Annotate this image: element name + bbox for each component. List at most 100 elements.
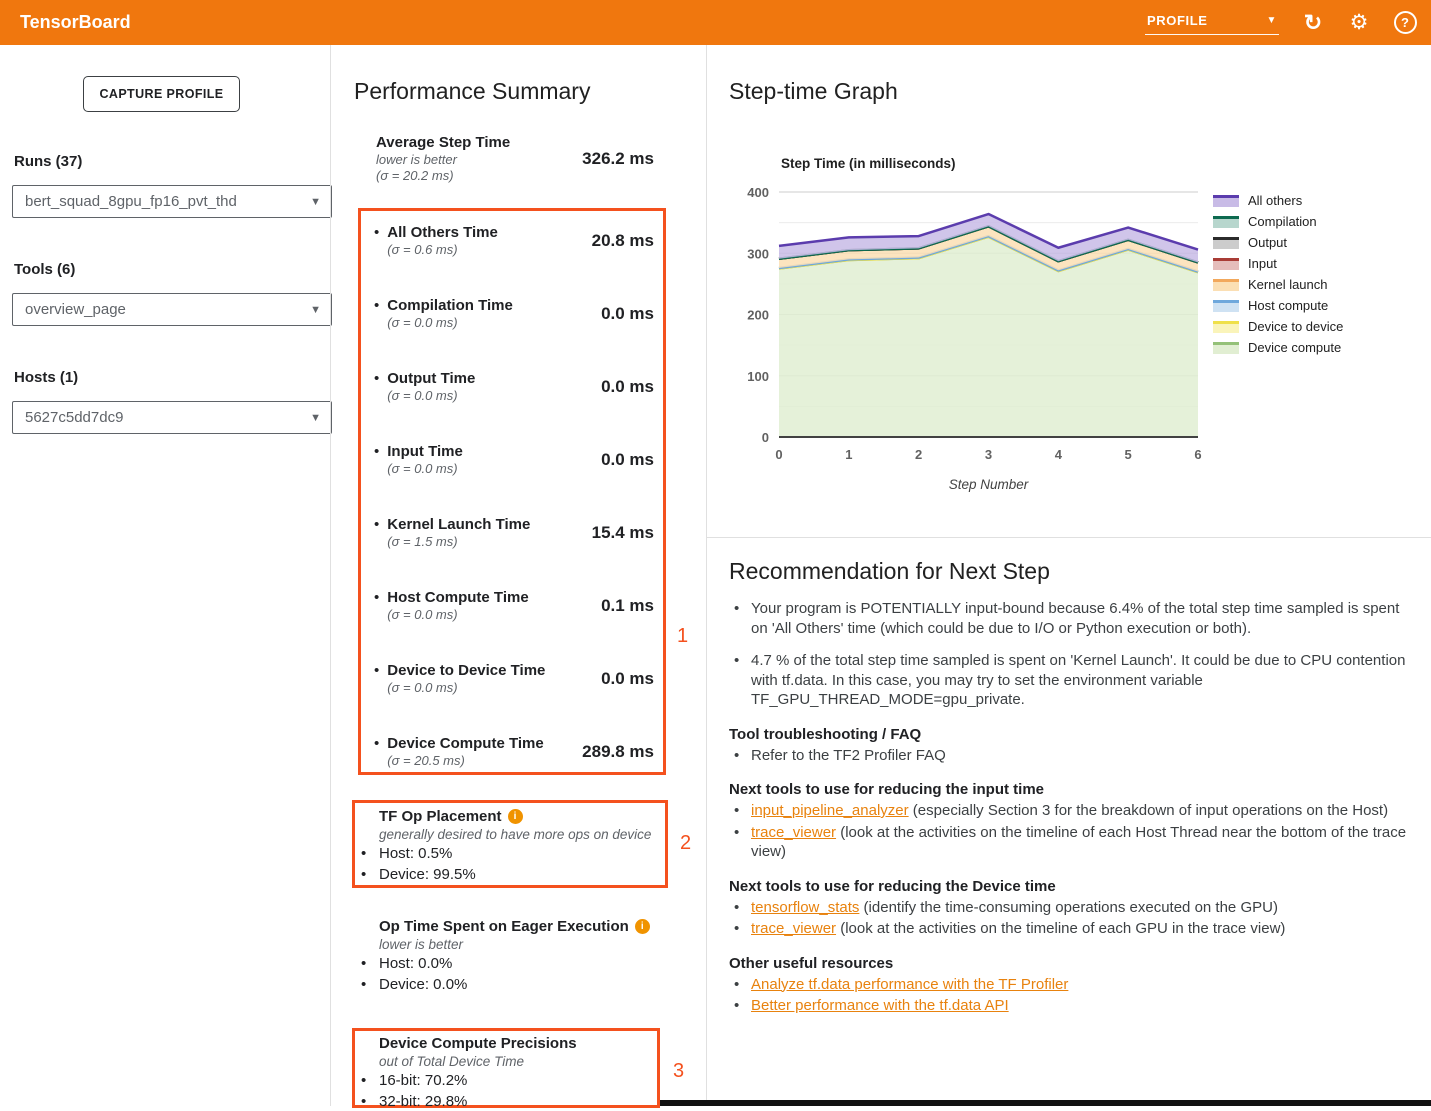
- svg-text:4: 4: [1055, 447, 1063, 462]
- legend-swatch-compilation: [1213, 216, 1239, 228]
- legend-swatch-all-others: [1213, 195, 1239, 207]
- metric-value: 0.0 ms: [601, 304, 654, 324]
- chevron-down-icon: ▼: [1267, 15, 1278, 26]
- legend-swatch-device-compute: [1213, 342, 1239, 354]
- precision-16bit: 16-bit: 70.2%: [361, 1072, 672, 1090]
- input-pipeline-analyzer-link[interactable]: input_pipeline_analyzer: [751, 802, 909, 819]
- bottom-scroll-edge: [660, 1100, 1431, 1106]
- help-button[interactable]: ?: [1393, 11, 1417, 35]
- runs-dropdown[interactable]: bert_squad_8gpu_fp16_pvt_thd ▼: [12, 185, 332, 218]
- legend-item: Compilation: [1213, 211, 1343, 232]
- dashboard-select[interactable]: PROFILE ▼: [1145, 11, 1279, 35]
- section-heading: Tool troubleshooting / FAQ: [729, 726, 1415, 743]
- legend-item: Input: [1213, 253, 1343, 274]
- performance-summary-panel: Performance Summary Average Step Time lo…: [330, 45, 707, 1106]
- metric-label: Average Step Time: [376, 134, 510, 152]
- hosts-dropdown[interactable]: 5627c5dd7dc9 ▼: [12, 401, 332, 434]
- metric-label: Device Compute Time: [387, 735, 543, 753]
- legend-item: Device compute: [1213, 337, 1343, 358]
- app-title: TensorBoard: [20, 12, 131, 33]
- tf-op-placement-note: generally desired to have more ops on de…: [379, 827, 672, 842]
- legend-label: Output: [1248, 235, 1287, 250]
- metric-label: Kernel Launch Time: [387, 516, 530, 534]
- chart-legend: All others Compilation Output Input Kern…: [1213, 190, 1343, 358]
- bullet-icon: •: [374, 224, 379, 258]
- metric-sigma: (σ = 0.0 ms): [387, 388, 475, 404]
- legend-label: Input: [1248, 256, 1277, 271]
- recommendation-section: Recommendation for Next Step Your progra…: [707, 537, 1431, 1018]
- section-heading: Other useful resources: [729, 955, 1415, 972]
- precisions-block: Device Compute Precisions out of Total D…: [352, 1035, 672, 1111]
- list-item-text: (look at the activities on the timeline …: [751, 824, 1406, 861]
- tf-op-placement-block: TF Op Placement i generally desired to h…: [352, 808, 672, 884]
- metric-row: • Output Time (σ = 0.0 ms) 0.0 ms: [374, 370, 654, 404]
- better-performance-link[interactable]: Better performance with the tf.data API: [751, 997, 1009, 1014]
- sidebar: CAPTURE PROFILE Runs (37) bert_squad_8gp…: [0, 45, 330, 1106]
- capture-profile-button[interactable]: CAPTURE PROFILE: [83, 76, 240, 112]
- metric-sigma: (σ = 0.0 ms): [387, 461, 463, 477]
- metric-sigma: (σ = 20.5 ms): [387, 753, 543, 769]
- metric-value: 20.8 ms: [592, 231, 654, 251]
- bullet-icon: •: [374, 297, 379, 331]
- svg-text:100: 100: [747, 369, 769, 384]
- legend-item: Host compute: [1213, 295, 1343, 316]
- refresh-button[interactable]: ↻: [1301, 11, 1325, 35]
- metric-row: • Device to Device Time (σ = 0.0 ms) 0.0…: [374, 662, 654, 696]
- chevron-down-icon: ▼: [310, 304, 321, 316]
- metric-value: 326.2 ms: [582, 149, 654, 169]
- performance-summary-title: Performance Summary: [354, 78, 590, 105]
- svg-text:200: 200: [747, 308, 769, 323]
- bullet-icon: •: [374, 370, 379, 404]
- legend-label: All others: [1248, 193, 1302, 208]
- metric-value: 0.1 ms: [601, 596, 654, 616]
- metric-value: 289.8 ms: [582, 742, 654, 762]
- info-icon[interactable]: i: [508, 809, 523, 824]
- svg-text:0: 0: [762, 430, 769, 445]
- metric-value: 0.0 ms: [601, 669, 654, 689]
- legend-label: Device compute: [1248, 340, 1341, 355]
- bullet-icon: •: [374, 589, 379, 623]
- svg-text:5: 5: [1125, 447, 1132, 462]
- legend-label: Device to device: [1248, 319, 1343, 334]
- metric-label: Device to Device Time: [387, 662, 545, 680]
- step-time-panel: Step-time Graph 01002003004000123456Step…: [706, 45, 1431, 1106]
- metric-row: • Device Compute Time (σ = 20.5 ms) 289.…: [374, 735, 654, 769]
- metric-row: • Input Time (σ = 0.0 ms) 0.0 ms: [374, 443, 654, 477]
- list-item: input_pipeline_analyzer (especially Sect…: [729, 801, 1415, 821]
- runs-label: Runs (37): [14, 153, 82, 170]
- list-item-text: (look at the activities on the timeline …: [836, 920, 1285, 937]
- legend-swatch-output: [1213, 237, 1239, 249]
- tensorflow-stats-link[interactable]: tensorflow_stats: [751, 899, 859, 916]
- metric-row: • Host Compute Time (σ = 0.0 ms) 0.1 ms: [374, 589, 654, 623]
- legend-item: All others: [1213, 190, 1343, 211]
- svg-text:1: 1: [845, 447, 852, 462]
- legend-item: Kernel launch: [1213, 274, 1343, 295]
- trace-viewer-link[interactable]: trace_viewer: [751, 824, 836, 841]
- tf-op-placement-device: Device: 99.5%: [361, 866, 672, 884]
- metric-label: All Others Time: [387, 224, 498, 242]
- metric-row: • Compilation Time (σ = 0.0 ms) 0.0 ms: [374, 297, 654, 331]
- app-header: TensorBoard PROFILE ▼ ↻ ⚙ ?: [0, 0, 1431, 45]
- section-heading: Next tools to use for reducing the input…: [729, 781, 1415, 798]
- legend-item: Device to device: [1213, 316, 1343, 337]
- dashboard-select-value: PROFILE: [1147, 13, 1208, 28]
- analyze-tfdata-link[interactable]: Analyze tf.data performance with the TF …: [751, 976, 1068, 993]
- trace-viewer-link[interactable]: trace_viewer: [751, 920, 836, 937]
- svg-text:Step Number: Step Number: [949, 477, 1029, 492]
- section-heading: Next tools to use for reducing the Devic…: [729, 878, 1415, 895]
- bullet-icon: •: [374, 662, 379, 696]
- metric-sigma: (σ = 0.0 ms): [387, 607, 528, 623]
- list-item: trace_viewer (look at the activities on …: [729, 823, 1415, 862]
- tf-op-placement-title: TF Op Placement: [379, 808, 502, 825]
- annotation-number-2: 2: [680, 832, 691, 855]
- settings-button[interactable]: ⚙: [1347, 11, 1371, 35]
- legend-label: Compilation: [1248, 214, 1317, 229]
- tools-dropdown[interactable]: overview_page ▼: [12, 293, 332, 326]
- metric-sigma: (σ = 0.0 ms): [387, 315, 513, 331]
- recommendation-title: Recommendation for Next Step: [729, 558, 1415, 585]
- info-icon[interactable]: i: [635, 919, 650, 934]
- eager-title: Op Time Spent on Eager Execution: [379, 918, 629, 935]
- metric-row: • Kernel Launch Time (σ = 1.5 ms) 15.4 m…: [374, 516, 654, 550]
- eager-execution-block: Op Time Spent on Eager Execution i lower…: [352, 918, 672, 994]
- svg-text:0: 0: [775, 447, 782, 462]
